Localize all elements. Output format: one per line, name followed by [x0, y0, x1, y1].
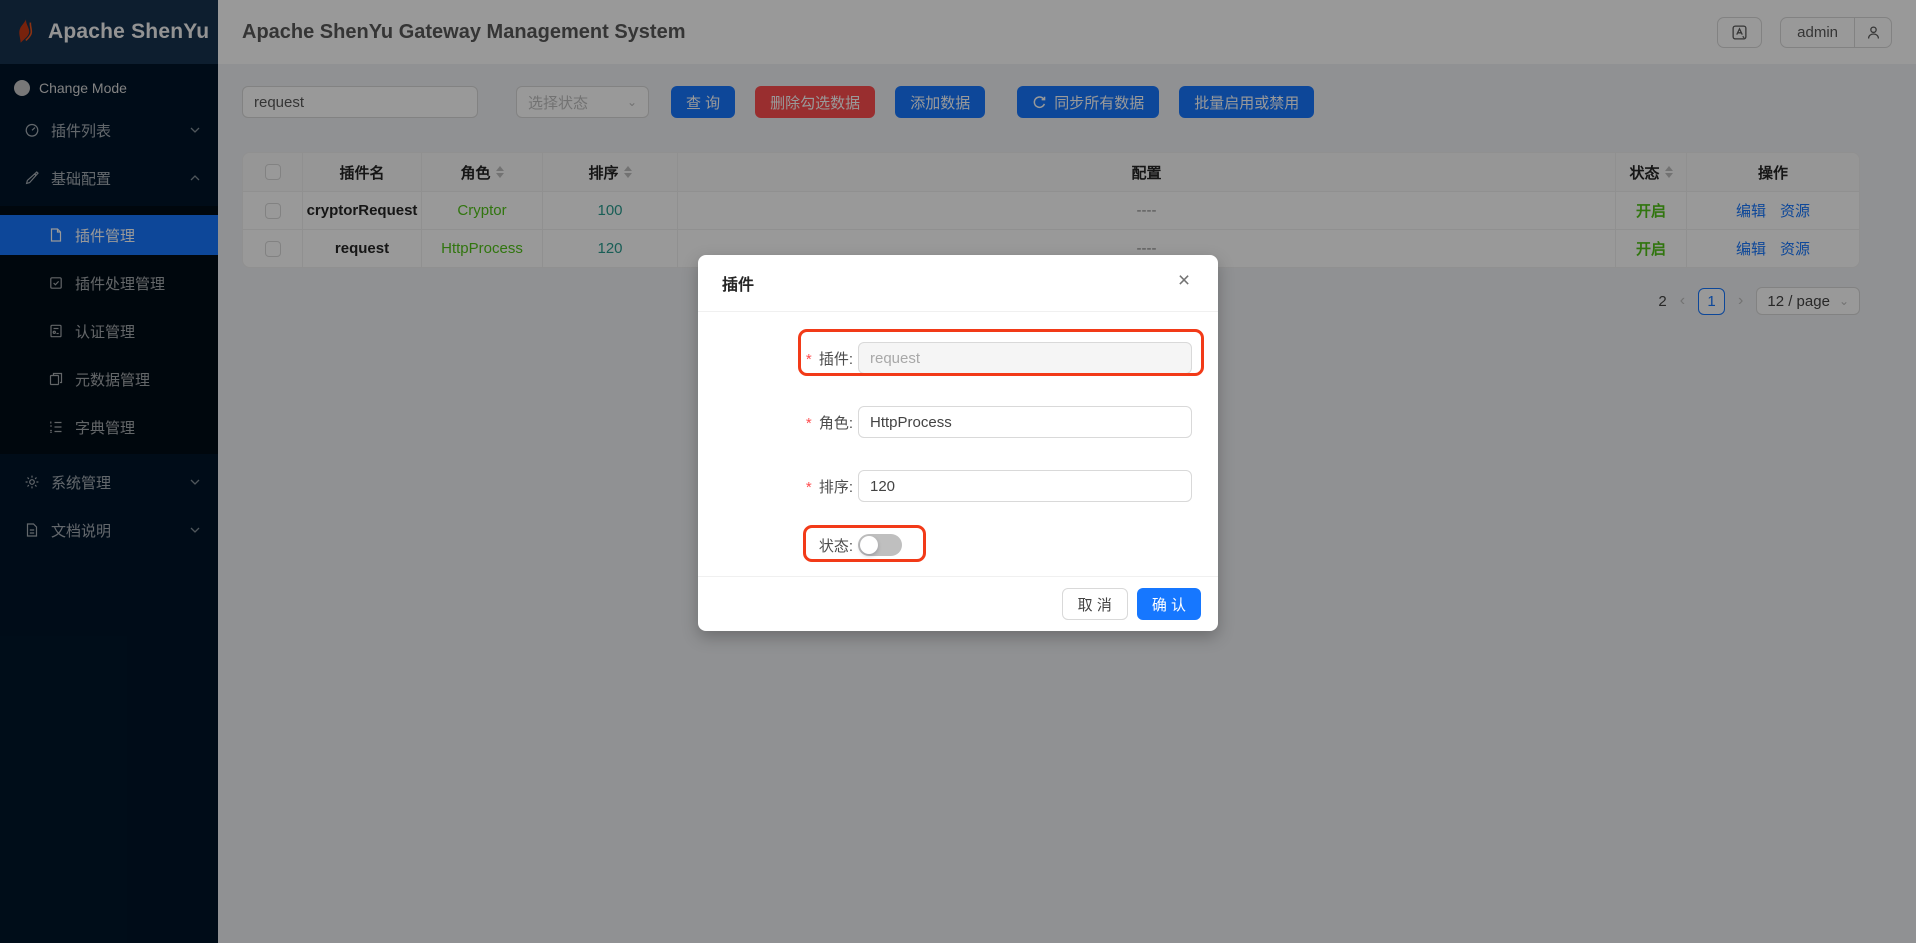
sort-field-label: 排序: [818, 478, 853, 496]
form-row-plugin: * 插件: [722, 342, 1194, 374]
toggle-knob-icon [860, 536, 878, 554]
form-row-status: 状态: [722, 534, 1194, 556]
modal-header: 插件 × [698, 255, 1218, 312]
modal-body: * 插件: * 角色: * 排序: 状态: [698, 312, 1218, 576]
cancel-button[interactable]: 取 消 [1061, 588, 1128, 620]
form-row-role: * 角色: [722, 406, 1194, 438]
form-row-sort: * 排序: [722, 470, 1194, 502]
status-field-label: 状态: [818, 537, 853, 555]
confirm-button[interactable]: 确 认 [1136, 588, 1201, 620]
plugin-field-label: 插件: [818, 350, 853, 368]
required-mark: * [805, 414, 812, 432]
status-toggle[interactable] [858, 534, 902, 556]
role-field-label: 角色: [818, 414, 853, 432]
close-icon[interactable]: × [1170, 267, 1198, 295]
plugin-modal: 插件 × * 插件: * 角色: * 排序: 状态: [698, 255, 1218, 631]
sort-input[interactable] [858, 470, 1192, 502]
required-mark: * [805, 478, 812, 496]
modal-footer: 取 消 确 认 [698, 576, 1218, 631]
required-mark: * [805, 350, 812, 368]
plugin-name-input[interactable] [858, 342, 1192, 374]
role-input[interactable] [858, 406, 1192, 438]
modal-title: 插件 [722, 277, 755, 294]
